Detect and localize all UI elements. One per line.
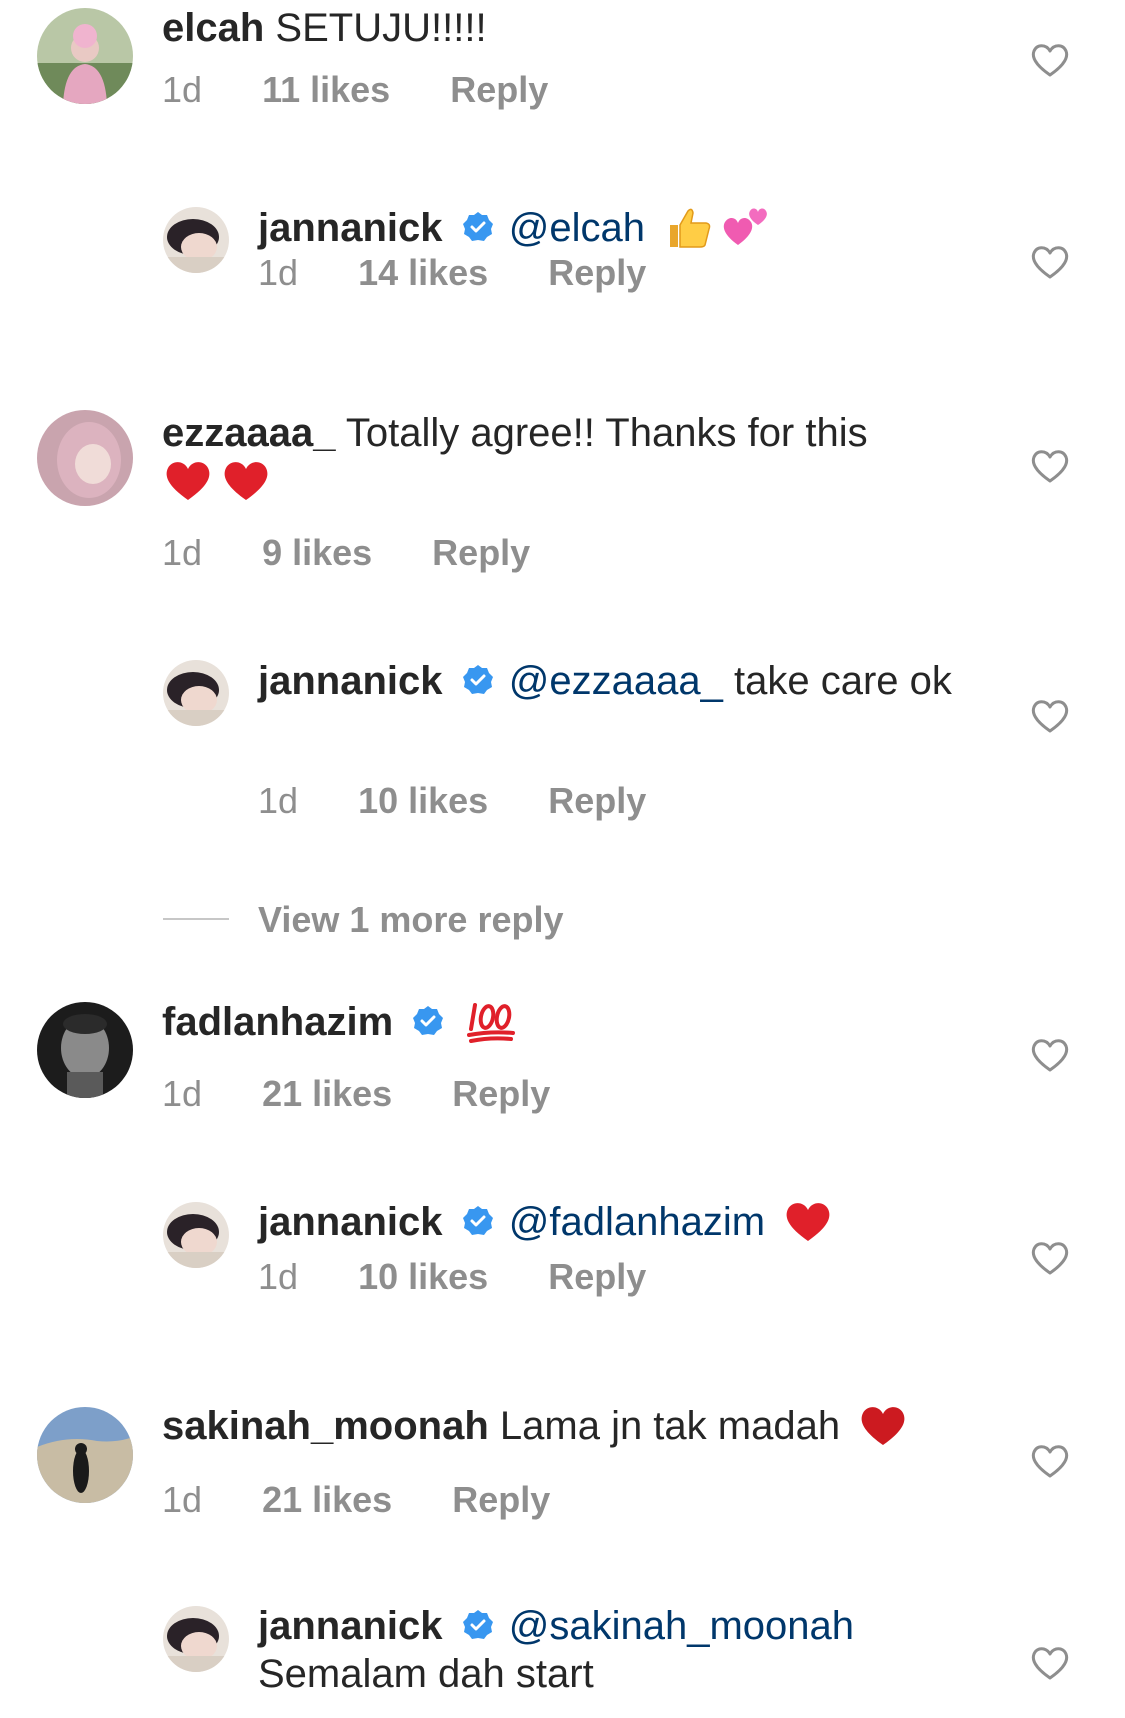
avatar[interactable] — [37, 1407, 133, 1503]
two-hearts-icon — [720, 205, 772, 249]
view-more-label[interactable]: View 1 more reply — [258, 899, 564, 941]
avatar[interactable] — [163, 660, 229, 726]
timestamp: 1d — [258, 780, 299, 821]
verified-badge-icon — [462, 664, 494, 696]
reply-button[interactable]: Reply — [548, 252, 646, 293]
likes-count[interactable]: 14 likes — [358, 252, 488, 293]
like-heart-icon[interactable] — [1030, 698, 1070, 734]
reply-button[interactable]: Reply — [548, 780, 646, 821]
reply-button[interactable]: Reply — [548, 1256, 646, 1297]
mention-link[interactable]: @ezzaaaa_ — [509, 659, 723, 703]
timestamp: 1d — [258, 1256, 299, 1297]
comment-text: take care ok — [733, 659, 952, 703]
avatar[interactable] — [37, 1002, 133, 1098]
avatar[interactable] — [37, 410, 133, 506]
mention-link[interactable]: @sakinah_moonah — [509, 1604, 854, 1648]
timestamp: 1d — [258, 252, 299, 293]
like-heart-icon[interactable] — [1030, 1645, 1070, 1681]
timestamp: 1d — [162, 1073, 203, 1114]
like-heart-icon[interactable] — [1030, 448, 1070, 484]
username[interactable]: sakinah_moonah — [162, 1404, 489, 1448]
mention-link[interactable]: @fadlanhazim — [509, 1200, 765, 1244]
mention-link[interactable]: @elcah — [509, 206, 645, 250]
reply-button[interactable]: Reply — [450, 69, 548, 110]
timestamp: 1d — [162, 1479, 203, 1520]
comment-text: Semalam dah start — [258, 1652, 594, 1696]
likes-count[interactable]: 10 likes — [358, 1256, 488, 1297]
reply-button[interactable]: Reply — [432, 532, 530, 573]
username[interactable]: ezzaaaa_ — [162, 411, 335, 455]
verified-badge-icon — [462, 1205, 494, 1237]
avatar[interactable] — [37, 8, 133, 104]
comment-text: Totally agree!! Thanks for this — [345, 411, 868, 455]
verified-badge-icon — [462, 1609, 494, 1641]
like-heart-icon[interactable] — [1030, 1240, 1070, 1276]
like-heart-icon[interactable] — [1030, 1443, 1070, 1479]
verified-badge-icon — [412, 1005, 444, 1037]
red-heart-icon — [220, 458, 272, 502]
hundred-points-icon — [465, 999, 517, 1043]
divider-line — [163, 918, 229, 920]
red-heart-icon — [782, 1199, 834, 1243]
avatar[interactable] — [163, 1606, 229, 1672]
like-heart-icon[interactable] — [1030, 244, 1070, 280]
username[interactable]: jannanick — [258, 1604, 443, 1648]
avatar[interactable] — [163, 207, 229, 273]
timestamp: 1d — [162, 532, 203, 573]
likes-count[interactable]: 21 likes — [262, 1073, 392, 1114]
likes-count[interactable]: 10 likes — [358, 780, 488, 821]
like-heart-icon[interactable] — [1030, 42, 1070, 78]
likes-count[interactable]: 21 likes — [262, 1479, 392, 1520]
username[interactable]: elcah — [162, 6, 264, 50]
verified-badge-icon — [462, 211, 494, 243]
comment-text: SETUJU!!!!! — [275, 6, 487, 50]
like-heart-icon[interactable] — [1030, 1037, 1070, 1073]
red-heart-icon — [162, 458, 214, 502]
red-heart-icon — [857, 1403, 909, 1447]
username[interactable]: jannanick — [258, 206, 443, 250]
username[interactable]: fadlanhazim — [162, 1000, 393, 1044]
timestamp: 1d — [162, 69, 203, 110]
avatar[interactable] — [163, 1202, 229, 1268]
reply-button[interactable]: Reply — [452, 1073, 550, 1114]
comment-text: Lama jn tak madah — [499, 1404, 841, 1448]
reply-button[interactable]: Reply — [452, 1479, 550, 1520]
username[interactable]: jannanick — [258, 659, 443, 703]
likes-count[interactable]: 9 likes — [262, 532, 372, 573]
view-more-replies[interactable]: View 1 more reply — [163, 895, 863, 945]
username[interactable]: jannanick — [258, 1200, 443, 1244]
thumbs-up-icon — [662, 205, 714, 249]
likes-count[interactable]: 11 likes — [262, 69, 390, 110]
